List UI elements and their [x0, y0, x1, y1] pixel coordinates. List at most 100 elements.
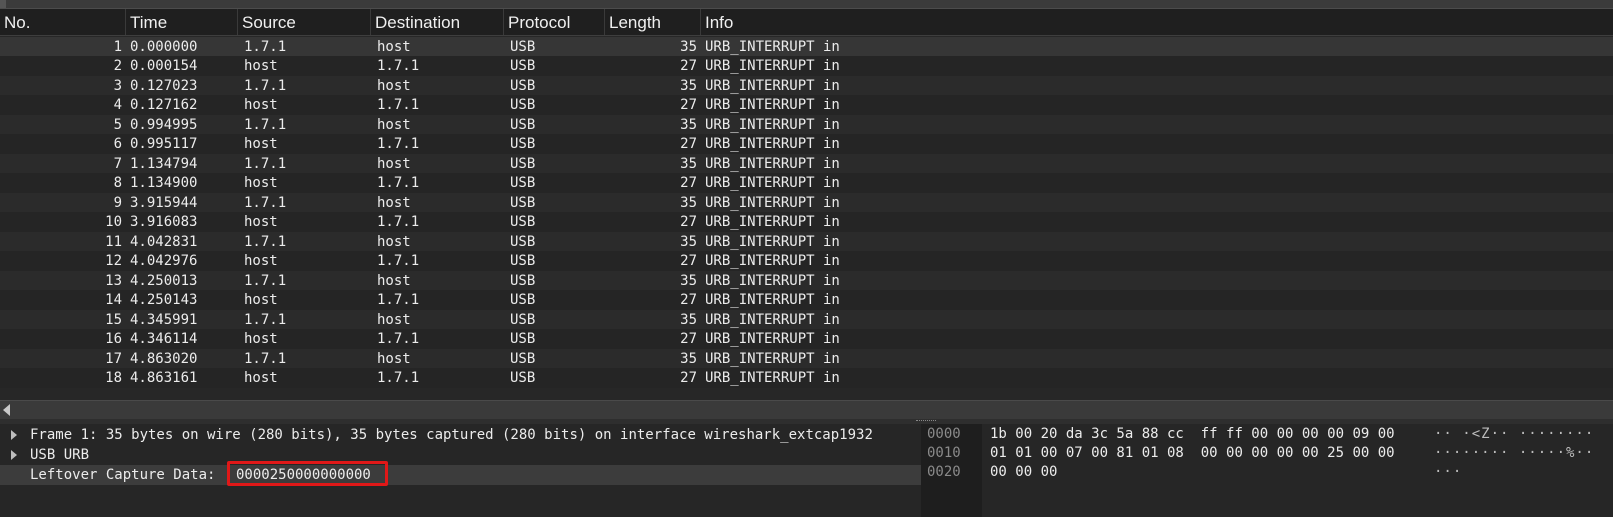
hex-bytes-group-b: ff ff 00 00 00 00 09 00 — [1200, 426, 1395, 442]
cell-protocol: USB — [510, 97, 536, 113]
hex-offset: 0000 — [927, 426, 961, 442]
cell-length: 35 — [680, 350, 697, 367]
cell-no: 8 — [113, 175, 122, 191]
packet-row[interactable]: 17 4.863020 1.7.1 host USB 35 URB_INTERRUPT in — [0, 348, 1613, 369]
column-header-no[interactable]: No. — [0, 9, 126, 35]
cell-source: 1.7.1 — [244, 311, 287, 328]
expand-arrow-icon[interactable] — [11, 430, 17, 440]
packet-row[interactable]: 15 4.345991 1.7.1 host USB 35 URB_INTERRUPT in — [0, 309, 1613, 330]
cell-info: URB_INTERRUPT in — [705, 97, 840, 113]
hex-offset: 0010 — [927, 445, 961, 461]
cell-protocol: USB — [510, 370, 536, 386]
cell-info: URB_INTERRUPT in — [705, 38, 840, 55]
cell-destination: host — [377, 311, 411, 328]
hex-line[interactable]: 0000 1b 00 20 da 3c 5a 88 cc ff ff 00 00… — [921, 425, 1613, 444]
packet-row[interactable]: 13 4.250013 1.7.1 host USB 35 URB_INTERRUPT in — [0, 270, 1613, 291]
cell-time: 0.127023 — [130, 77, 198, 94]
cell-time: 0.000000 — [130, 38, 198, 55]
hex-line[interactable]: 0020 00 00 00 ··· — [921, 463, 1613, 482]
cell-destination: host — [377, 350, 411, 367]
cell-length: 35 — [680, 77, 697, 94]
cell-source: 1.7.1 — [244, 155, 287, 172]
cell-info: URB_INTERRUPT in — [705, 136, 840, 152]
detail-usb-urb[interactable]: USB URB — [0, 445, 921, 465]
packet-row[interactable]: 16 4.346114 host 1.7.1 USB 27 URB_INTERRUPT in — [0, 329, 1613, 349]
cell-protocol: USB — [510, 116, 536, 133]
cell-protocol: USB — [510, 272, 536, 289]
cell-protocol: USB — [510, 194, 536, 211]
cell-time: 0.000154 — [130, 58, 198, 74]
cell-length: 27 — [680, 136, 697, 152]
cell-info: URB_INTERRUPT in — [705, 194, 840, 211]
cell-info: URB_INTERRUPT in — [705, 155, 840, 172]
detail-leftover-capture-data[interactable]: Leftover Capture Data: 0000250000000000 — [0, 461, 921, 486]
cell-destination: host — [377, 194, 411, 211]
cell-info: URB_INTERRUPT in — [705, 116, 840, 133]
packet-row[interactable]: 3 0.127023 1.7.1 host USB 35 URB_INTERRUPT in — [0, 75, 1613, 96]
expand-arrow-icon[interactable] — [11, 450, 17, 460]
cell-time: 4.346114 — [130, 331, 198, 347]
packet-row[interactable]: 9 3.915944 1.7.1 host USB 35 URB_INTERRUPT in — [0, 192, 1613, 213]
ascii-dump: ··· — [1434, 464, 1463, 480]
cell-protocol: USB — [510, 38, 536, 55]
cell-info: URB_INTERRUPT in — [705, 77, 840, 94]
cell-protocol: USB — [510, 253, 536, 269]
packet-list-header: No. Time Source Destination Protocol Len… — [0, 9, 1613, 36]
cell-destination: 1.7.1 — [377, 253, 420, 269]
cell-destination: 1.7.1 — [377, 58, 420, 74]
packet-row[interactable]: 1 0.000000 1.7.1 host USB 35 URB_INTERRUPT in — [0, 36, 1613, 57]
cell-info: URB_INTERRUPT in — [705, 175, 840, 191]
column-header-length[interactable]: Length — [605, 9, 701, 35]
cell-length: 27 — [680, 331, 697, 347]
cell-source: 1.7.1 — [244, 350, 287, 367]
toolbar-grip — [0, 0, 6, 8]
cell-no: 2 — [113, 58, 122, 74]
packet-row[interactable]: 14 4.250143 host 1.7.1 USB 27 URB_INTERRUPT in — [0, 290, 1613, 310]
hex-line[interactable]: 0010 01 01 00 07 00 81 01 08 00 00 00 00… — [921, 444, 1613, 463]
cell-destination: host — [377, 233, 411, 250]
cell-time: 4.042976 — [130, 253, 198, 269]
cell-no: 12 — [105, 253, 122, 269]
cell-protocol: USB — [510, 214, 536, 230]
packet-row[interactable]: 5 0.994995 1.7.1 host USB 35 URB_INTERRUPT in — [0, 114, 1613, 135]
cell-source: 1.7.1 — [244, 194, 287, 211]
packet-row[interactable]: 10 3.916083 host 1.7.1 USB 27 URB_INTERRUPT in — [0, 212, 1613, 232]
packet-row[interactable]: 18 4.863161 host 1.7.1 USB 27 URB_INTERRUPT in — [0, 368, 1613, 388]
packet-row[interactable]: 7 1.134794 1.7.1 host USB 35 URB_INTERRUPT in — [0, 153, 1613, 174]
cell-no: 17 — [105, 350, 122, 367]
cell-destination: 1.7.1 — [377, 214, 420, 230]
horizontal-scrollbar[interactable] — [0, 400, 1613, 419]
cell-source: host — [244, 292, 278, 308]
cell-destination: host — [377, 116, 411, 133]
packet-row[interactable]: 12 4.042976 host 1.7.1 USB 27 URB_INTERRUPT in — [0, 251, 1613, 271]
packet-row[interactable]: 2 0.000154 host 1.7.1 USB 27 URB_INTERRUPT in — [0, 56, 1613, 76]
column-header-time[interactable]: Time — [126, 9, 238, 35]
cell-protocol: USB — [510, 77, 536, 94]
packet-row[interactable]: 8 1.134900 host 1.7.1 USB 27 URB_INTERRUPT in — [0, 173, 1613, 193]
column-header-info[interactable]: Info — [701, 9, 1613, 35]
packet-row[interactable]: 6 0.995117 host 1.7.1 USB 27 URB_INTERRUPT in — [0, 134, 1613, 154]
scroll-left-icon[interactable] — [3, 404, 10, 416]
detail-usb-urb-label: USB URB — [30, 447, 90, 463]
packet-row[interactable]: 4 0.127162 host 1.7.1 USB 27 URB_INTERRUPT in — [0, 95, 1613, 115]
column-header-protocol[interactable]: Protocol — [504, 9, 605, 35]
hex-offset: 0020 — [927, 464, 961, 480]
cell-destination: host — [377, 38, 411, 55]
cell-no: 13 — [105, 272, 122, 289]
ascii-dump: ········ ·····%·· — [1434, 445, 1595, 461]
cell-no: 5 — [113, 116, 122, 133]
cell-protocol: USB — [510, 175, 536, 191]
cell-no: 7 — [113, 155, 122, 172]
cell-no: 9 — [113, 194, 122, 211]
packet-row[interactable]: 11 4.042831 1.7.1 host USB 35 URB_INTERRUPT in — [0, 231, 1613, 252]
cell-time: 4.042831 — [130, 233, 198, 250]
column-header-source[interactable]: Source — [238, 9, 371, 35]
column-header-destination[interactable]: Destination — [371, 9, 504, 35]
cell-destination: 1.7.1 — [377, 97, 420, 113]
cell-info: URB_INTERRUPT in — [705, 350, 840, 367]
detail-frame[interactable]: Frame 1: 35 bytes on wire (280 bits), 35… — [0, 425, 921, 445]
cell-source: 1.7.1 — [244, 38, 287, 55]
hex-bytes: 00 00 00 — [990, 463, 1074, 482]
cell-length: 35 — [680, 233, 697, 250]
cell-destination: host — [377, 155, 411, 172]
